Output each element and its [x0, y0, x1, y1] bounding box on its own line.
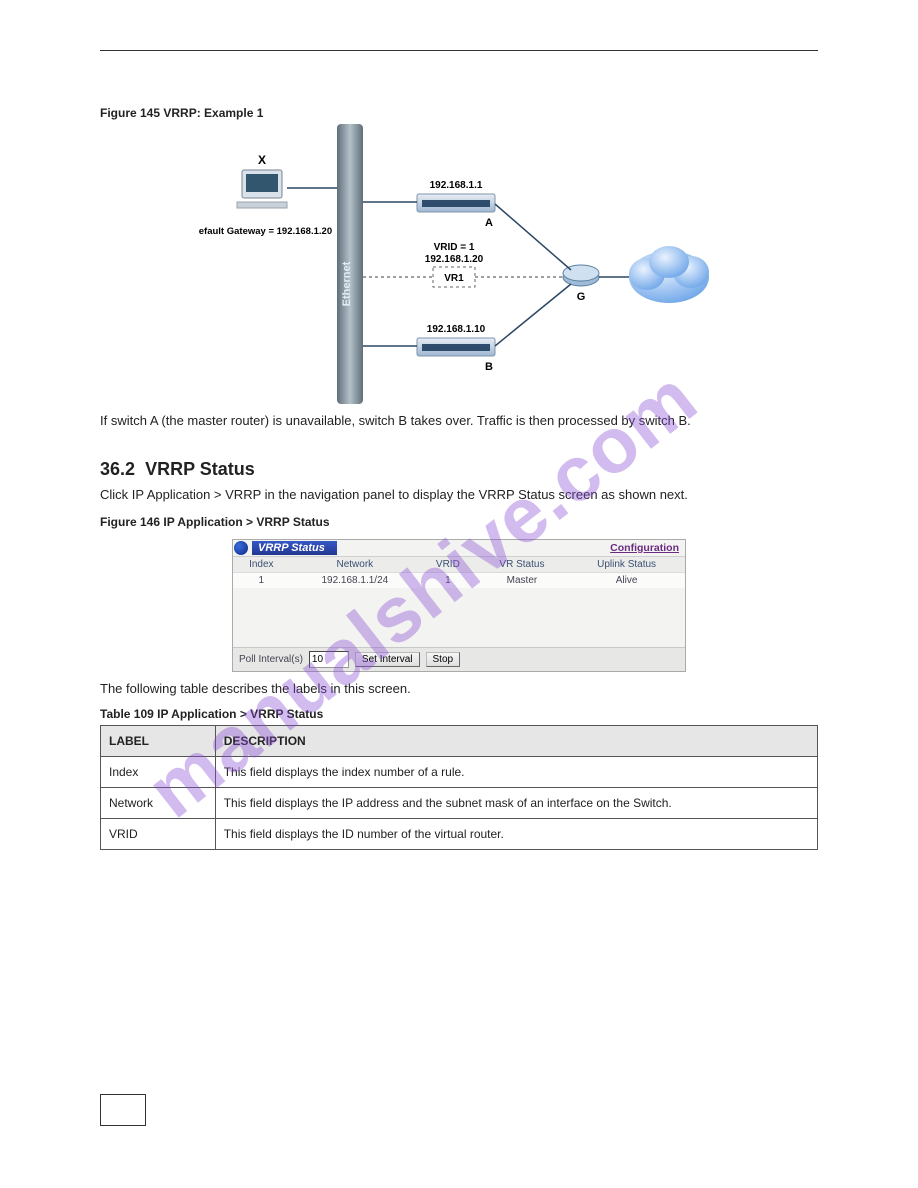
col-vrid: VRID [420, 557, 476, 573]
svg-text:Ethernet: Ethernet [341, 261, 353, 306]
svg-text:192.168.1.1: 192.168.1.1 [430, 180, 483, 191]
table-intro: The following table describes the labels… [100, 680, 818, 699]
doc-row: VRID This field displays the ID number o… [101, 818, 818, 849]
description-table: Table 109 IP Application > VRRP Status L… [100, 707, 818, 850]
vrrp-example-diagram: Ethernet X Default Gateway = 192.168.1.2… [199, 124, 719, 404]
stop-button[interactable]: Stop [426, 652, 461, 667]
poll-interval-input[interactable] [309, 651, 349, 668]
body-paragraph-1: If switch A (the master router) is unava… [100, 412, 818, 431]
doc-row: Index This field displays the index numb… [101, 756, 818, 787]
set-interval-button[interactable]: Set Interval [355, 652, 420, 667]
doc-cell-label: VRID [101, 818, 216, 849]
doc-th-desc: DESCRIPTION [215, 725, 817, 756]
vrrp-status-table: Index Network VRID VR Status Uplink Stat… [233, 557, 685, 588]
doc-th-label: LABEL [101, 725, 216, 756]
cell-vrstatus: Master [476, 572, 569, 588]
svg-text:X: X [258, 153, 266, 167]
svg-text:192.168.1.20: 192.168.1.20 [425, 254, 484, 265]
section-heading-vrrp-status: 36.2 VRRP Status [100, 459, 818, 480]
figure-145-caption: Figure 145 VRRP: Example 1 [100, 106, 818, 120]
col-uplink: Uplink Status [568, 557, 685, 573]
col-index: Index [233, 557, 290, 573]
panel-title: VRRP Status [252, 541, 337, 555]
doc-cell-label: Network [101, 787, 216, 818]
vrrp-status-panel: VRRP Status Configuration Index Network … [232, 539, 686, 672]
cell-uplink: Alive [568, 572, 685, 588]
svg-text:A: A [485, 217, 493, 229]
doc-cell-desc: This field displays the index number of … [215, 756, 817, 787]
doc-table-caption: Table 109 IP Application > VRRP Status [100, 707, 818, 725]
col-vrstatus: VR Status [476, 557, 569, 573]
footer-box [100, 1094, 146, 1126]
doc-row: Network This field displays the IP addre… [101, 787, 818, 818]
panel-accent-dot-icon [234, 541, 248, 555]
svg-text:B: B [485, 361, 493, 373]
svg-text:VRID = 1: VRID = 1 [434, 242, 475, 253]
svg-text:VR1: VR1 [444, 273, 464, 284]
configuration-link[interactable]: Configuration [610, 542, 679, 554]
svg-text:192.168.1.10: 192.168.1.10 [427, 324, 486, 335]
col-network: Network [290, 557, 420, 573]
cell-index: 1 [233, 572, 290, 588]
doc-cell-label: Index [101, 756, 216, 787]
figure-146-caption: Figure 146 IP Application > VRRP Status [100, 515, 818, 529]
cell-network: 192.168.1.1/24 [290, 572, 420, 588]
doc-cell-desc: This field displays the IP address and t… [215, 787, 817, 818]
doc-cell-desc: This field displays the ID number of the… [215, 818, 817, 849]
cell-vrid: 1 [420, 572, 476, 588]
poll-interval-label: Poll Interval(s) [239, 654, 303, 665]
section-intro: Click IP Application > VRRP in the navig… [100, 486, 818, 505]
svg-text:G: G [577, 291, 586, 303]
svg-text:Default Gateway = 192.168.1.20: Default Gateway = 192.168.1.20 [199, 226, 332, 237]
table-row: 1 192.168.1.1/24 1 Master Alive [233, 572, 685, 588]
